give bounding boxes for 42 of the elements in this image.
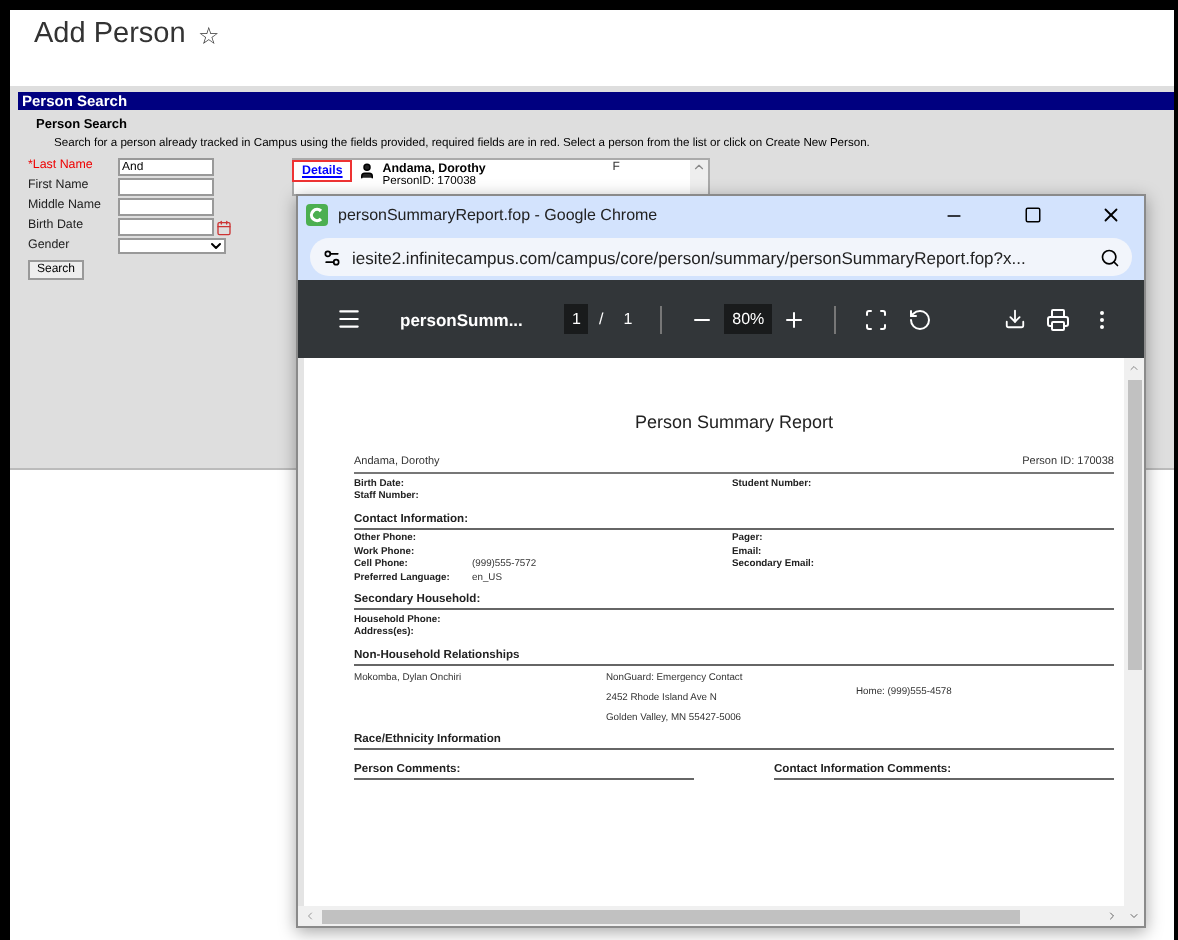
arrow-right-icon	[1106, 910, 1118, 922]
arrow-down-icon	[1128, 910, 1140, 922]
favorite-star[interactable]: ☆	[197, 22, 220, 50]
person-icon	[358, 162, 377, 180]
page-separator: /	[598, 310, 604, 328]
download-icon	[1004, 308, 1026, 330]
scrollbar[interactable]	[690, 160, 708, 194]
zoom-icon[interactable]	[1100, 247, 1120, 267]
address-bar[interactable]: iesite2.infinitecampus.com/campus/core/person/summary/personSummaryReport.fop?x...	[310, 238, 1132, 276]
menu-icon	[336, 306, 362, 332]
fit-page-button[interactable]	[864, 307, 889, 331]
arrow-up-icon	[692, 160, 706, 174]
arrow-left-icon	[304, 910, 316, 922]
rotate-button[interactable]	[908, 307, 933, 331]
text-field[interactable]	[118, 198, 214, 216]
plus-icon	[782, 307, 807, 331]
vertical-scrollbar[interactable]	[1124, 358, 1144, 926]
report-title: Person Summary Report	[632, 412, 836, 432]
maximize-icon	[1023, 206, 1041, 224]
zoom-in-button[interactable]	[782, 307, 807, 331]
page-number-field[interactable]: 1	[564, 304, 589, 334]
printer-icon	[1046, 307, 1070, 331]
gender-dropdown[interactable]	[118, 238, 226, 254]
chevron-icon	[208, 238, 224, 254]
date-field[interactable]	[118, 218, 214, 236]
site-settings-icon[interactable]	[322, 247, 342, 267]
fit-page-icon	[864, 307, 889, 331]
calendar-icon[interactable]	[216, 219, 232, 235]
page-title: Add Person	[34, 18, 186, 50]
menu-button[interactable]	[336, 306, 362, 332]
download-button[interactable]	[1004, 308, 1026, 330]
horizontal-scrollbar[interactable]	[298, 906, 1124, 926]
close-icon	[1099, 204, 1121, 226]
window-title: personSummaryReport.fop - Google Chrome	[338, 206, 660, 224]
rotate-icon	[908, 307, 933, 331]
app-icon	[306, 204, 328, 226]
text-field[interactable]	[118, 178, 214, 196]
page-total: 1	[623, 310, 633, 328]
arrow-up-icon	[1128, 362, 1140, 374]
print-button[interactable]	[1046, 307, 1070, 331]
file-name: personSumm...	[400, 309, 525, 329]
zoom-field[interactable]: 80%	[724, 304, 773, 334]
